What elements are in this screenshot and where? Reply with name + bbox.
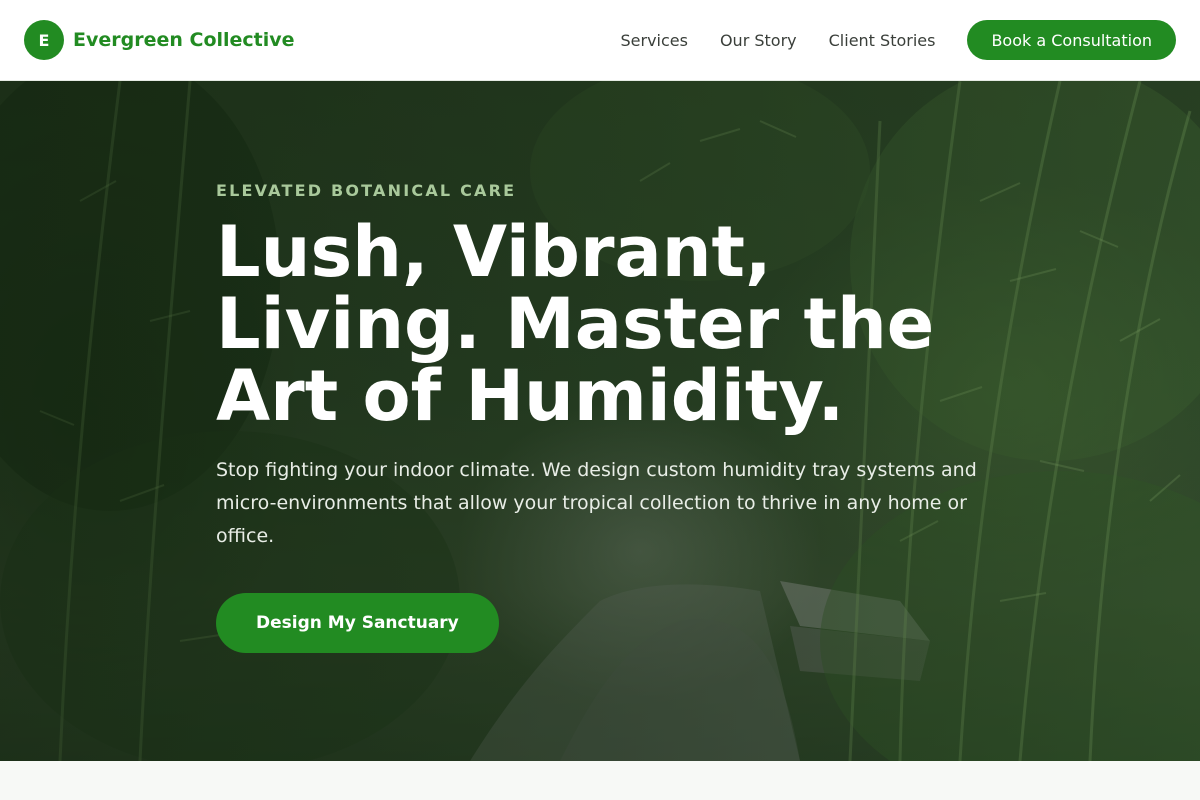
- brand-mark-icon: E: [24, 20, 64, 60]
- hero-section: ELEVATED BOTANICAL CARE Lush, Vibrant, L…: [0, 81, 1200, 761]
- hero-eyebrow: ELEVATED BOTANICAL CARE: [216, 181, 517, 200]
- next-section: [0, 761, 1200, 800]
- brand-name: Evergreen Collective: [73, 29, 295, 51]
- nav-link-services[interactable]: Services: [620, 31, 687, 50]
- brand-logo[interactable]: E Evergreen Collective: [24, 20, 295, 60]
- design-my-sanctuary-button[interactable]: Design My Sanctuary: [216, 593, 499, 653]
- top-navigation: E Evergreen Collective Services Our Stor…: [0, 0, 1200, 81]
- hero-description: Stop fighting your indoor climate. We de…: [216, 459, 977, 547]
- book-consultation-button[interactable]: Book a Consultation: [967, 20, 1176, 60]
- hero-headline: Lush, Vibrant, Living. Master the Art of…: [216, 211, 935, 437]
- nav-menu: Services Our Story Client Stories Book a…: [620, 20, 1176, 60]
- nav-link-our-story[interactable]: Our Story: [720, 31, 797, 50]
- nav-link-client-stories[interactable]: Client Stories: [829, 31, 936, 50]
- hero-content: ELEVATED BOTANICAL CARE Lush, Vibrant, L…: [216, 181, 996, 653]
